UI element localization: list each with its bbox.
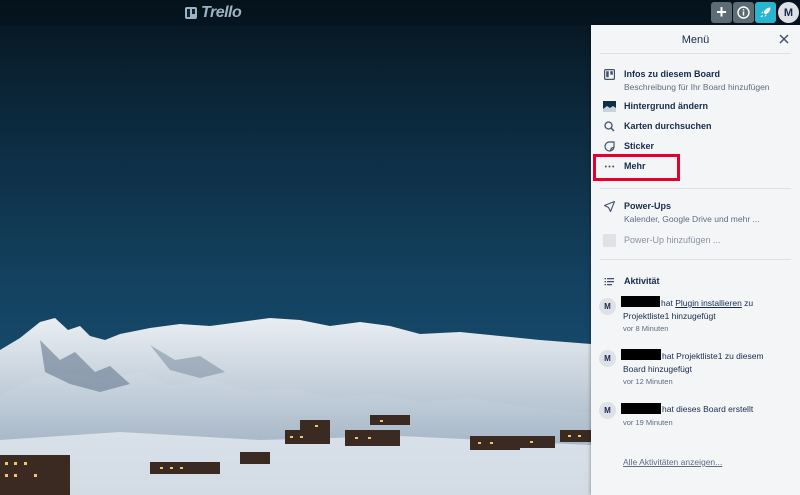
activity-card-link[interactable]: Plugin installieren (675, 298, 742, 308)
menu-item-label: Hintergrund ändern (624, 101, 709, 111)
redacted-username (621, 296, 660, 307)
add-power-up-button[interactable]: Power-Up hinzufügen ... (591, 233, 800, 249)
activity-text-part: zu (741, 298, 754, 308)
all-activities-link[interactable]: Alle Aktivitäten anzeigen... (623, 457, 722, 467)
trello-logo[interactable]: Trello (185, 4, 242, 22)
menu-title: Menü (681, 34, 710, 46)
activity-text-line2: Projektliste1 hinzugefügt (623, 311, 716, 321)
menu-item-subtitle: Kalender, Google Drive und mehr ... (624, 214, 760, 224)
power-up-placeholder-icon (603, 234, 616, 247)
activity-text: hat Projektliste1 zu diesem (662, 351, 764, 361)
add-power-up-label: Power-Up hinzufügen ... (624, 235, 721, 245)
divider (600, 259, 791, 260)
power-ups-icon (603, 200, 616, 213)
activity-timestamp: vor 8 Minuten (623, 324, 669, 333)
info-icon (737, 6, 750, 19)
member-avatar[interactable]: M (778, 2, 799, 23)
menu-item-change-background[interactable]: Hintergrund ändern (591, 99, 800, 115)
search-icon (603, 120, 616, 133)
activity-avatar[interactable]: M (599, 402, 616, 419)
divider (600, 188, 791, 189)
redacted-username (621, 349, 661, 360)
activity-avatar-initial: M (604, 406, 611, 415)
notifications-button[interactable] (755, 2, 776, 23)
activity-avatar-initial: M (604, 354, 611, 363)
activity-text-part: hat (661, 298, 676, 308)
activity-timestamp: vor 19 Minuten (623, 418, 673, 427)
menu-item-search-cards[interactable]: Karten durchsuchen (591, 119, 800, 135)
board-icon (603, 68, 616, 81)
highlight-box (593, 154, 680, 181)
menu-item-label: Power-Ups (624, 201, 672, 211)
rocket-icon (760, 7, 771, 18)
menu-item-power-ups[interactable]: Power-Ups Kalender, Google Drive und meh… (591, 199, 800, 227)
activity-header: Aktivität (591, 274, 800, 290)
avatar-initial: M (783, 6, 794, 19)
board-header-bar (0, 0, 800, 25)
menu-item-board-info[interactable]: Infos zu diesem Board Beschreibung für I… (591, 67, 800, 95)
activity-title: Aktivität (624, 276, 660, 286)
menu-item-sticker[interactable]: Sticker (591, 139, 800, 155)
background-thumbnail (603, 100, 616, 113)
menu-item-label: Karten durchsuchen (624, 121, 712, 131)
divider (600, 53, 791, 54)
activity-icon (603, 275, 616, 288)
activity-avatar[interactable]: M (599, 298, 616, 315)
sticker-icon (603, 140, 616, 153)
activity-text-line2: Board hinzugefügt (623, 364, 692, 374)
menu-item-label: Infos zu diesem Board (624, 69, 721, 79)
activity-text: hat Plugin installieren zu (661, 298, 753, 308)
activity-avatar[interactable]: M (599, 350, 616, 367)
activity-text: hat dieses Board erstellt (662, 404, 754, 414)
menu-item-subtitle: Beschreibung für Ihr Board hinzufügen (624, 82, 770, 92)
plus-icon: + (716, 2, 727, 22)
close-icon[interactable] (777, 32, 791, 46)
menu-item-label: Sticker (624, 141, 655, 151)
create-button[interactable]: + (711, 2, 732, 23)
info-button[interactable] (733, 2, 754, 23)
trello-logo-icon (185, 7, 197, 19)
redacted-username (621, 403, 661, 414)
activity-timestamp: vor 12 Minuten (623, 377, 673, 386)
trello-logo-text: Trello (201, 4, 242, 21)
activity-avatar-initial: M (604, 302, 611, 311)
